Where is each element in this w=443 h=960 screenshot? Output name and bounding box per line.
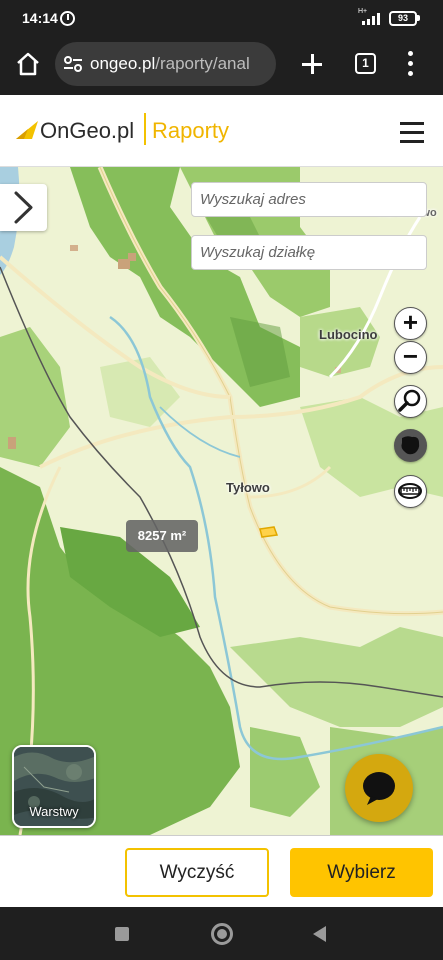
browser-home-button[interactable]	[14, 50, 42, 78]
url-domain: ongeo.pl	[90, 54, 156, 73]
side-panel-toggle[interactable]	[0, 184, 47, 231]
logo-divider	[144, 113, 146, 145]
parcel-shape-icon	[401, 436, 420, 455]
zoom-in-button[interactable]: +	[394, 307, 427, 340]
layers-button[interactable]: Warstwy	[12, 745, 96, 828]
clear-button[interactable]: Wyczyść	[125, 848, 269, 897]
site-settings-icon	[64, 56, 82, 72]
section-title: Raporty	[152, 118, 230, 143]
chevron-right-icon	[14, 191, 33, 224]
address-bar[interactable]: ongeo.pl/raporty/anal	[55, 42, 276, 86]
select-button[interactable]: Wybierz	[290, 848, 433, 897]
measure-button[interactable]	[394, 475, 427, 508]
chat-button[interactable]	[345, 754, 413, 822]
menu-icon[interactable]	[400, 122, 424, 143]
site-header: OnGeo.pl Raporty	[0, 95, 443, 167]
recents-icon[interactable]	[115, 927, 129, 941]
new-tab-button[interactable]	[298, 50, 326, 78]
parcel-area-badge: 8257 m²	[126, 520, 198, 552]
browser-toolbar: ongeo.pl/raporty/anal 1	[0, 36, 443, 95]
search-parcel-input[interactable]	[191, 235, 427, 270]
place-label-lubocino: Lubocino	[319, 327, 378, 342]
back-icon[interactable]	[313, 926, 326, 942]
alarm-icon	[60, 11, 75, 26]
status-time: 14:14	[22, 10, 58, 26]
search-address-input[interactable]	[191, 182, 427, 217]
tab-switcher-button[interactable]: 1	[355, 53, 376, 74]
zoom-out-label: −	[402, 341, 419, 371]
battery-icon: 93	[389, 11, 417, 26]
map-search-button[interactable]	[394, 385, 427, 418]
zoom-in-label: +	[402, 307, 419, 337]
battery-level: 93	[397, 13, 408, 23]
home-icon	[17, 52, 39, 76]
layers-label: Warstwy	[29, 804, 79, 819]
battery-tip	[417, 15, 420, 21]
logo-text: OnGeo.pl	[40, 118, 135, 143]
status-bar: 14:14 H+ 93	[0, 0, 443, 36]
more-menu-icon[interactable]	[400, 51, 420, 77]
search-icon	[398, 389, 421, 412]
place-label-tylowo: Tyłowo	[226, 480, 270, 495]
map-view[interactable]: Lubocino Tyłowo Karwinowo + − 8257 m²	[0, 167, 443, 835]
url-path: /raporty/anal	[155, 54, 250, 73]
zoom-out-button[interactable]: −	[394, 341, 427, 374]
chat-bubble-icon	[363, 772, 395, 805]
url-text: ongeo.pl/raporty/anal	[90, 54, 270, 74]
parcel-shape-button[interactable]	[394, 429, 427, 462]
logo-mark-icon	[16, 121, 38, 139]
home-circle-icon[interactable]	[211, 923, 233, 945]
signal-icon	[358, 12, 384, 25]
site-logo[interactable]: OnGeo.pl Raporty	[16, 113, 276, 149]
system-nav-bar	[0, 907, 443, 960]
action-bar: Wyczyść Wybierz	[0, 835, 443, 907]
measure-tape-icon	[398, 483, 422, 499]
